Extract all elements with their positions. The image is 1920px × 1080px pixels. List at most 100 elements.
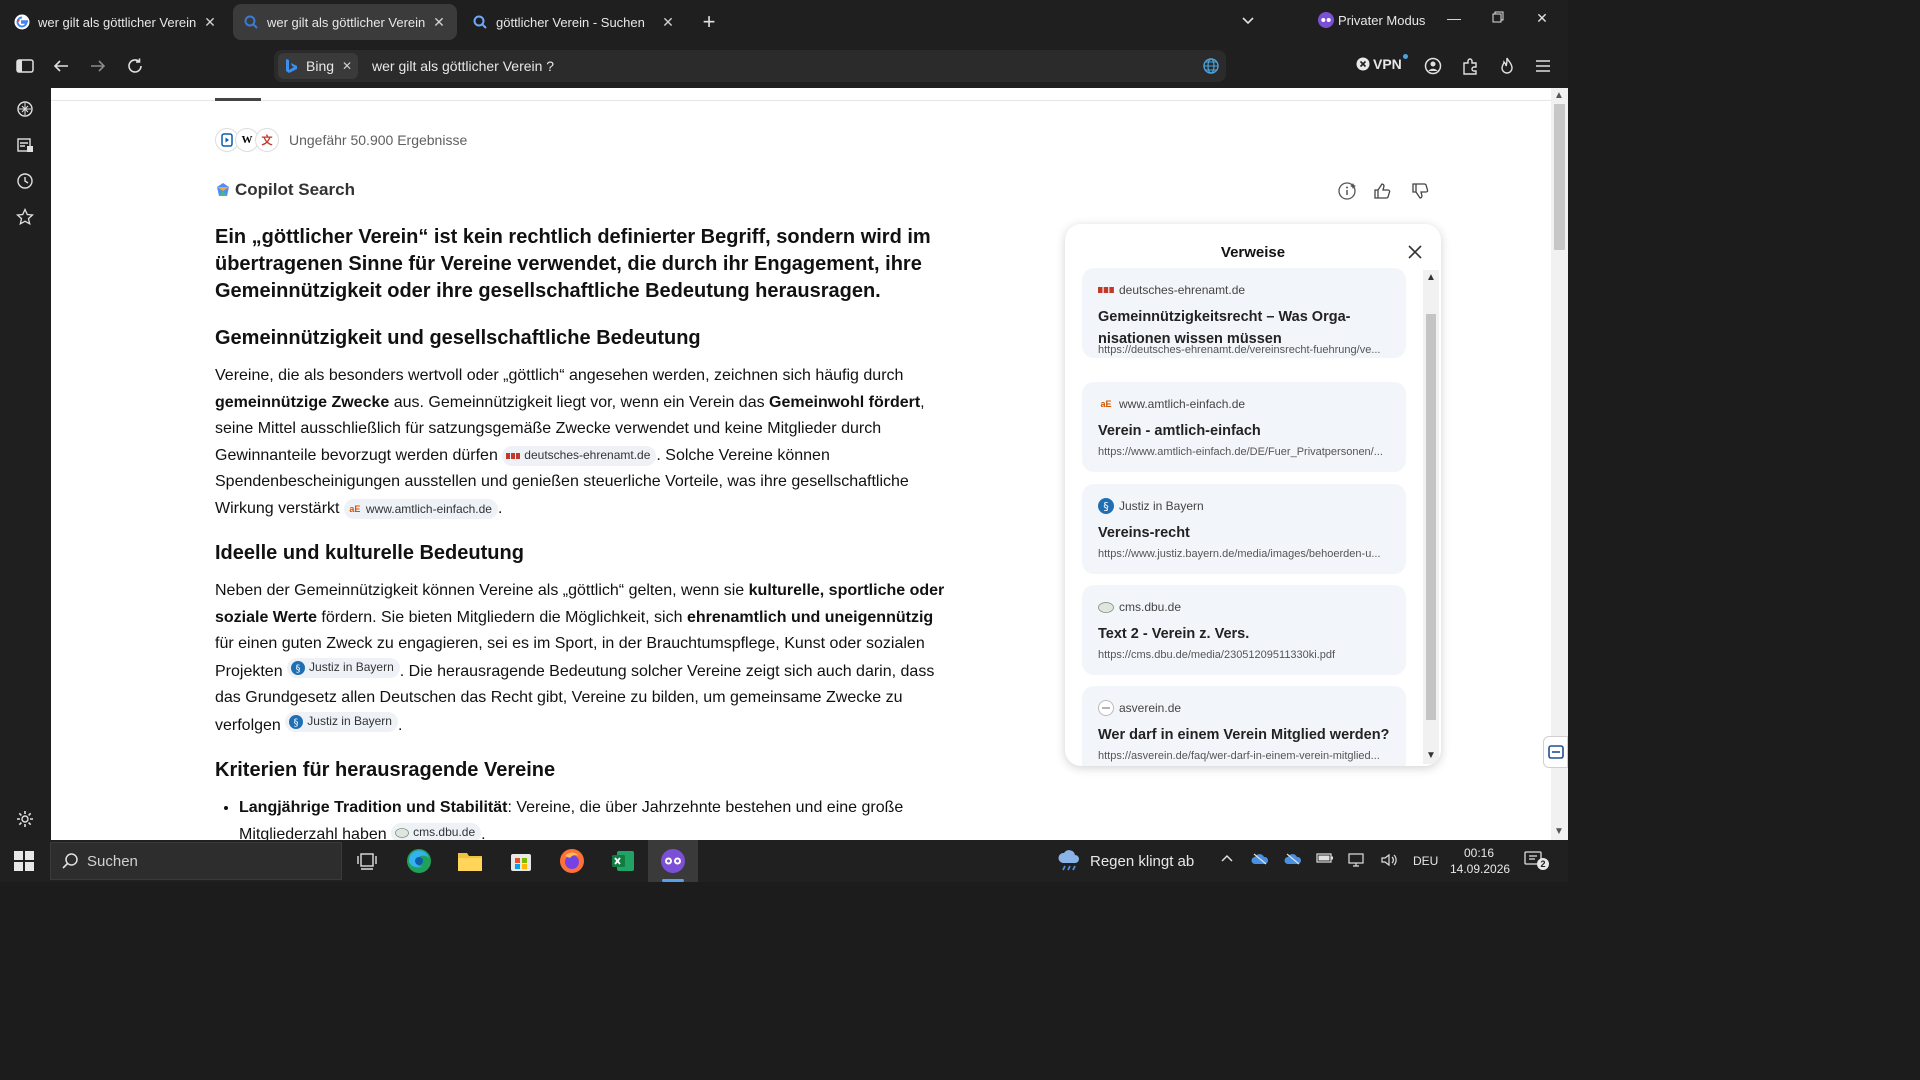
thumbs-down-icon[interactable] bbox=[1410, 181, 1430, 201]
account-icon[interactable] bbox=[1421, 54, 1445, 78]
vpn-button[interactable]: VPN bbox=[1356, 53, 1408, 72]
left-sidebar bbox=[0, 88, 51, 840]
scroll-down-icon[interactable]: ▼ bbox=[1426, 750, 1436, 761]
new-tab-plus-icon[interactable]: + bbox=[697, 10, 721, 34]
sidebar-toggle-icon[interactable] bbox=[13, 54, 37, 78]
system-clock[interactable]: 00:16 14.09.2026 bbox=[1450, 845, 1510, 877]
taskbar-search-box[interactable]: Suchen bbox=[50, 842, 342, 880]
input-language[interactable]: DEU bbox=[1413, 854, 1438, 868]
close-icon[interactable] bbox=[1405, 242, 1425, 262]
tab-close-icon[interactable]: ✕ bbox=[660, 14, 676, 31]
reading-list-icon[interactable] bbox=[14, 134, 36, 156]
tab-close-icon[interactable]: ✕ bbox=[202, 14, 218, 31]
restore-icon[interactable] bbox=[1486, 10, 1510, 26]
private-mode-label: Privater Modus bbox=[1338, 12, 1426, 28]
tab-bing-active[interactable]: wer gilt als göttlicher Verein ? - ✕ bbox=[233, 4, 457, 40]
reference-site-name: Justiz in Bayern bbox=[1119, 499, 1204, 513]
active-app-private-browser[interactable] bbox=[648, 840, 698, 882]
globe-icon[interactable] bbox=[1202, 57, 1220, 80]
task-view-icon[interactable] bbox=[352, 846, 382, 876]
section-paragraph-ideell: Neben der Gemeinnützigkeit können Verein… bbox=[215, 578, 955, 739]
microsoft-store-icon[interactable] bbox=[506, 846, 536, 876]
battery-icon[interactable] bbox=[1316, 852, 1334, 867]
amtlich-einfach-logo-icon: aE bbox=[1100, 399, 1112, 409]
onedrive-cloud-icon[interactable] bbox=[1251, 852, 1269, 869]
reference-site-name: deutsches-ehrenamt.de bbox=[1119, 283, 1246, 297]
network-icon[interactable] bbox=[1348, 852, 1366, 871]
reference-card[interactable]: asverein.de Wer darf in einem Verein Mit… bbox=[1082, 686, 1406, 766]
weather-widget[interactable]: Regen klingt ab bbox=[1056, 849, 1194, 873]
reference-card[interactable]: § Justiz in Bayern Vereins-recht https:/… bbox=[1082, 484, 1406, 574]
scroll-up-icon[interactable]: ▲ bbox=[1426, 272, 1436, 283]
source-bubble-cjk[interactable]: 文 bbox=[255, 128, 279, 152]
amtlich-einfach-logo-icon: aE bbox=[349, 503, 361, 514]
weather-text: Regen klingt ab bbox=[1090, 852, 1195, 870]
tab-close-icon[interactable]: ✕ bbox=[431, 14, 447, 31]
forward-arrow-icon[interactable] bbox=[86, 54, 110, 78]
thumbs-up-icon[interactable] bbox=[1372, 181, 1392, 201]
notification-center[interactable]: 2 bbox=[1524, 850, 1549, 872]
onedrive-cloud-icon-2[interactable] bbox=[1284, 852, 1302, 869]
citation-amtlich-einfach[interactable]: aE www.amtlich-einfach.de bbox=[343, 498, 498, 519]
bing-icon bbox=[243, 14, 259, 30]
tab-title: göttlicher Verein - Suchen bbox=[496, 14, 645, 30]
tab-bar: wer gilt als göttlicher Verein ? - ✕ wer… bbox=[0, 0, 1568, 44]
notification-count: 2 bbox=[1537, 858, 1549, 870]
window-close-icon[interactable]: ✕ bbox=[1530, 10, 1554, 27]
windows-start-icon[interactable] bbox=[14, 851, 34, 876]
address-bar[interactable]: Bing ✕ wer gilt als göttlicher Verein ? bbox=[274, 50, 1226, 82]
reference-site-name: cms.dbu.de bbox=[1119, 600, 1182, 614]
citation-label: Justiz in Bayern bbox=[307, 714, 392, 729]
scroll-down-icon[interactable]: ▼ bbox=[1554, 826, 1564, 837]
tray-expand-chevron-icon[interactable] bbox=[1220, 852, 1234, 869]
firefox-icon[interactable] bbox=[557, 846, 587, 876]
history-clock-icon[interactable] bbox=[14, 170, 36, 192]
citation-justiz-bayern-2[interactable]: § Justiz in Bayern bbox=[285, 711, 398, 732]
back-arrow-icon[interactable] bbox=[49, 54, 73, 78]
tab-google[interactable]: wer gilt als göttlicher Verein ? - ✕ bbox=[4, 4, 228, 40]
scrollbar-thumb[interactable] bbox=[1426, 314, 1436, 720]
dbu-logo-icon bbox=[395, 826, 409, 840]
flag-stripes-icon bbox=[1098, 282, 1114, 298]
reference-card[interactable]: cms.dbu.de Text 2 - Verein z. Vers. http… bbox=[1082, 585, 1406, 675]
reference-url: https://cms.dbu.de/media/23051209511330k… bbox=[1098, 649, 1336, 661]
citation-deutsches-ehrenamt[interactable]: deutsches-ehrenamt.de bbox=[502, 445, 657, 466]
citation-label: cms.dbu.de bbox=[413, 825, 476, 840]
info-sparkle-icon[interactable] bbox=[1337, 181, 1357, 201]
minimize-icon[interactable]: — bbox=[1442, 10, 1466, 26]
reference-card[interactable]: deutsches-ehrenamt.de Gemeinnützigkeitsr… bbox=[1082, 268, 1406, 358]
search-engine-chip[interactable]: Bing ✕ bbox=[278, 53, 358, 79]
file-explorer-icon[interactable] bbox=[455, 846, 485, 876]
reference-card[interactable]: aE www.amtlich-einfach.de Verein - amtli… bbox=[1082, 382, 1406, 472]
extensions-icon[interactable] bbox=[1458, 54, 1482, 78]
references-scrollbar[interactable]: ▲ ▼ bbox=[1423, 270, 1439, 764]
scroll-up-icon[interactable]: ▲ bbox=[1554, 90, 1564, 101]
page-scrollbar[interactable]: ▲ ▼ bbox=[1551, 88, 1568, 840]
excel-icon[interactable] bbox=[608, 846, 638, 876]
asverein-logo-icon bbox=[1098, 700, 1114, 716]
menu-hamburger-icon[interactable] bbox=[1531, 54, 1555, 78]
settings-gear-icon[interactable] bbox=[14, 808, 36, 830]
side-panel-tab[interactable] bbox=[1543, 736, 1568, 768]
chip-close-icon[interactable]: ✕ bbox=[342, 59, 352, 73]
flame-icon[interactable] bbox=[1495, 54, 1519, 78]
ai-chat-icon[interactable] bbox=[14, 98, 36, 120]
reference-site: asverein.de bbox=[1098, 700, 1181, 716]
volume-speaker-icon[interactable] bbox=[1380, 852, 1398, 871]
citation-cms-dbu[interactable]: cms.dbu.de bbox=[391, 822, 482, 840]
reference-site-name: www.amtlich-einfach.de bbox=[1119, 397, 1246, 411]
citation-label: Justiz in Bayern bbox=[309, 660, 394, 675]
edge-browser-icon[interactable] bbox=[404, 846, 434, 876]
reload-icon[interactable] bbox=[123, 54, 147, 78]
citation-justiz-bayern[interactable]: § Justiz in Bayern bbox=[287, 657, 400, 678]
answer-lead: Ein „göttlicher Verein“ ist kein rechtli… bbox=[215, 226, 931, 302]
screen: wer gilt als göttlicher Verein ? - ✕ wer… bbox=[0, 0, 1568, 882]
text-run: . bbox=[481, 825, 486, 841]
tab-search[interactable]: göttlicher Verein - Suchen ✕ bbox=[462, 4, 686, 40]
private-mode-indicator[interactable]: Privater Modus bbox=[1318, 12, 1425, 28]
section-heading-ideell: Ideelle und kulturelle Bedeutung bbox=[215, 542, 524, 564]
chevron-down-icon[interactable] bbox=[1240, 12, 1256, 33]
address-input[interactable]: wer gilt als göttlicher Verein ? bbox=[372, 58, 554, 74]
bookmarks-star-icon[interactable] bbox=[14, 206, 36, 228]
scrollbar-thumb[interactable] bbox=[1554, 104, 1565, 250]
